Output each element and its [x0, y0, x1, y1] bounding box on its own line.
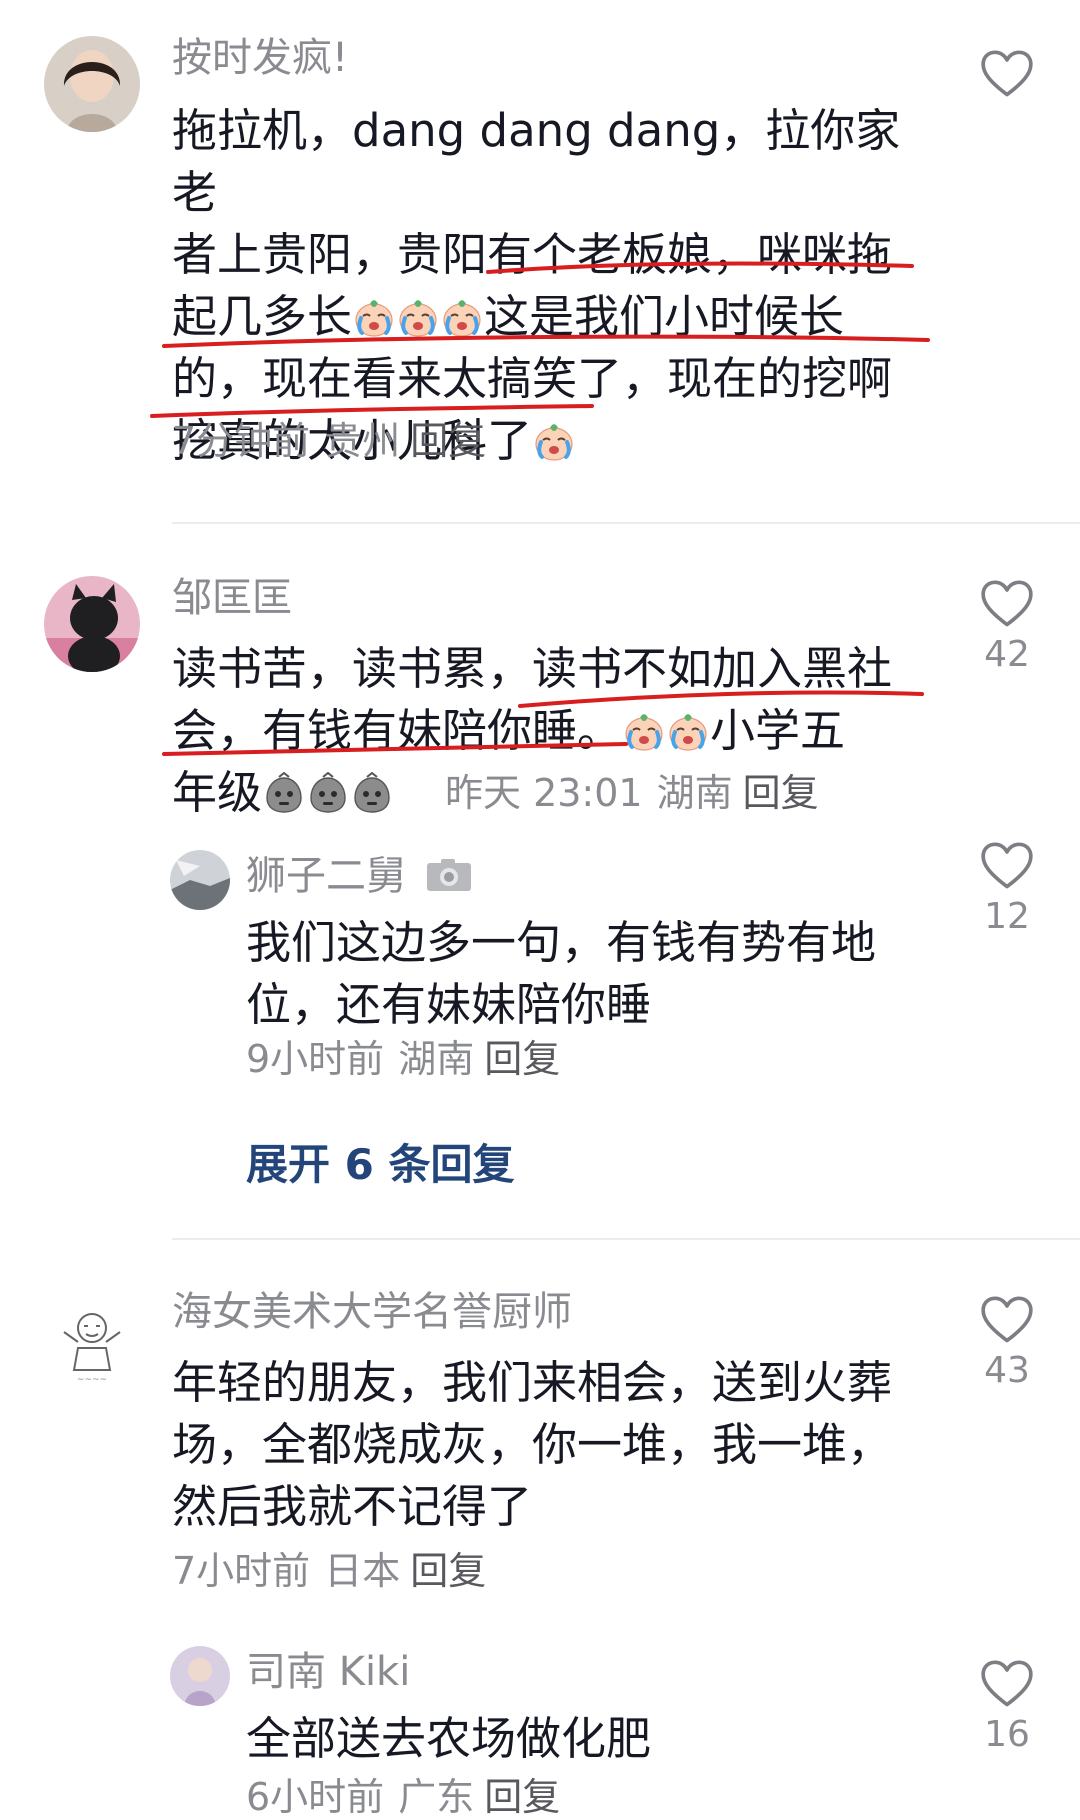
- reply-meta: 6小时前 广东 回复: [246, 1774, 560, 1820]
- reply-text: 全部送去农场做化肥: [246, 1712, 652, 1765]
- username[interactable]: 按时发疯!: [172, 34, 348, 82]
- like-count: 43: [984, 1350, 1030, 1391]
- username-text[interactable]: 狮子二舅: [246, 853, 406, 899]
- like-count: 16: [984, 1714, 1030, 1755]
- timestamp: 昨天 23:01: [445, 771, 643, 815]
- crying-emoji-icon: [533, 420, 575, 462]
- location: 湖南: [656, 771, 733, 815]
- heart-outline-icon: [981, 842, 1033, 890]
- svg-text:~~~~: ~~~~: [77, 1375, 107, 1385]
- crying-emoji-icon: [441, 296, 483, 338]
- comment-text: 年轻的朋友，我们来相会，送到火葬 场，全都烧成灰，你一堆，我一堆， 然后我就不记…: [172, 1356, 893, 1533]
- reply-button[interactable]: 回复: [410, 1549, 486, 1593]
- timestamp: 7分钟前: [172, 419, 311, 463]
- reply-button[interactable]: 回复: [743, 771, 819, 815]
- reply-text: 我们这边多一句，有钱有势有地 位，还有妹妹陪你睡: [246, 916, 877, 1031]
- location: 湖南: [398, 1037, 475, 1081]
- comment-text: 拖拉机，dang dang dang，拉你家老 者上贵阳，贵阳有个老板娘，咪咪拖…: [172, 100, 912, 472]
- comment-2: 邹匡匡 读书苦，读书累，读书不如加入黑社 会，有钱有妹陪你睡。 小学五 年级 昨天…: [0, 540, 1080, 1240]
- avatar[interactable]: [170, 850, 230, 910]
- location: 日本: [324, 1549, 401, 1593]
- like-button[interactable]: 42: [972, 580, 1042, 676]
- comment-meta: 昨天 23:01 湖南 回复: [445, 770, 819, 816]
- comment-3: ~~~~ 海女美术大学名誉厨师 年轻的朋友，我们来相会，送到火葬 场，全都烧成灰…: [0, 1256, 1080, 1819]
- avatar[interactable]: [170, 1646, 230, 1706]
- reply-button[interactable]: 回复: [484, 1037, 560, 1081]
- like-count: 42: [984, 634, 1030, 675]
- reply-button[interactable]: 回复: [484, 1775, 560, 1819]
- comment-1: 按时发疯! 拖拉机，dang dang dang，拉你家老 者上贵阳，贵阳有个老…: [0, 0, 1080, 520]
- crying-emoji-icon: [353, 296, 395, 338]
- username[interactable]: 司南 Kiki: [246, 1648, 410, 1696]
- speechless-emoji-icon: [307, 772, 349, 814]
- like-count: 12: [984, 896, 1030, 937]
- avatar[interactable]: [44, 36, 140, 132]
- timestamp: 6小时前: [246, 1775, 385, 1819]
- avatar[interactable]: ~~~~: [44, 1292, 140, 1388]
- camera-icon: [426, 859, 471, 891]
- reply-item: 司南 Kiki 全部送去农场做化肥 6小时前 广东 回复 16: [0, 1636, 1080, 1819]
- avatar[interactable]: [44, 576, 140, 672]
- like-button[interactable]: 16: [972, 1660, 1042, 1756]
- crying-emoji-icon: [667, 710, 709, 752]
- expand-replies-button[interactable]: 展开 6 条回复: [246, 1140, 514, 1190]
- comment-meta: 7小时前 日本 回复: [172, 1548, 486, 1594]
- crying-emoji-icon: [397, 296, 439, 338]
- reply-button[interactable]: 回复: [410, 419, 486, 463]
- divider: [172, 1238, 1080, 1240]
- heart-outline-icon: [981, 1296, 1033, 1344]
- location: 广东: [398, 1775, 475, 1819]
- heart-outline-icon: [981, 50, 1033, 98]
- timestamp: 9小时前: [246, 1037, 385, 1081]
- speechless-emoji-icon: [263, 772, 305, 814]
- timestamp: 7小时前: [172, 1549, 311, 1593]
- reply-item: 狮子二舅 我们这边多一句，有钱有势有地 位，还有妹妹陪你睡 9小时前 湖南 回复 1…: [0, 840, 1080, 1082]
- like-button[interactable]: 43: [972, 1296, 1042, 1392]
- username[interactable]: 邹匡匡: [172, 574, 292, 622]
- divider: [172, 522, 1080, 524]
- heart-outline-icon: [981, 1660, 1033, 1708]
- heart-outline-icon: [981, 580, 1033, 628]
- like-button[interactable]: 12: [972, 842, 1042, 938]
- like-button[interactable]: [972, 50, 1042, 102]
- speechless-emoji-icon: [351, 772, 393, 814]
- comment-meta: 7分钟前 贵州 回复: [172, 418, 486, 464]
- location: 贵州: [324, 419, 401, 463]
- crying-emoji-icon: [623, 710, 665, 752]
- username[interactable]: 海女美术大学名誉厨师: [172, 1288, 572, 1336]
- reply-meta: 9小时前 湖南 回复: [246, 1036, 560, 1082]
- username[interactable]: 狮子二舅: [246, 852, 473, 900]
